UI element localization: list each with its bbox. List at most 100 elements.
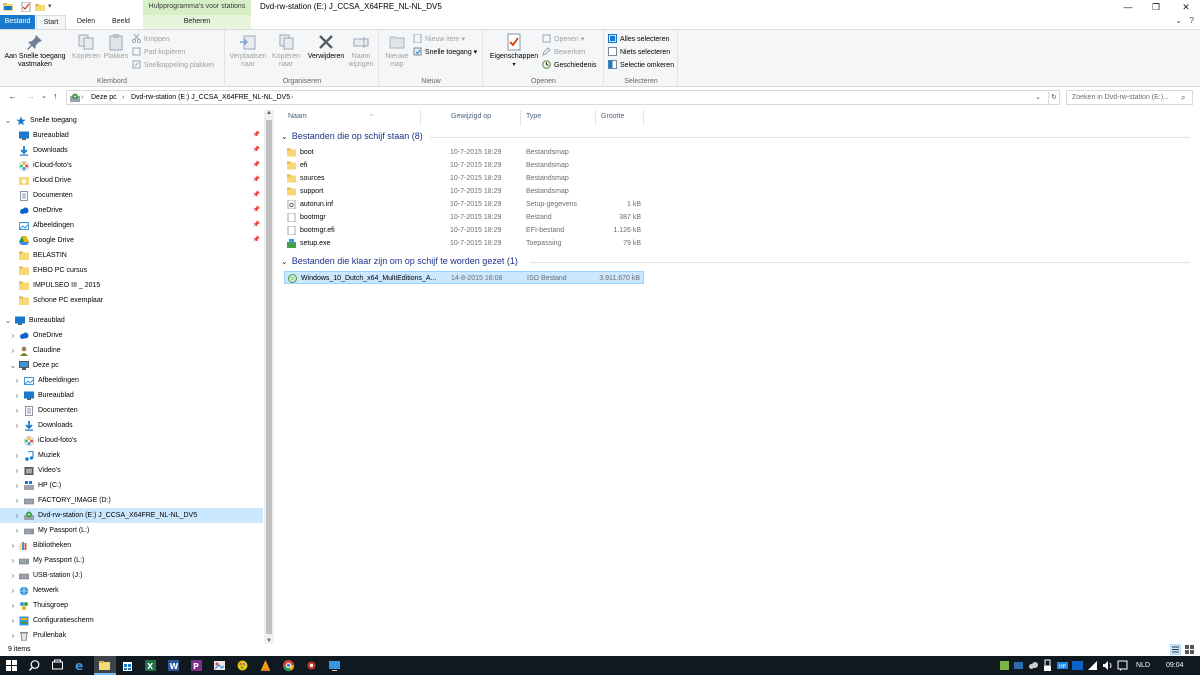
nav-quick-google-drive[interactable]: Google Drive 📌 [0, 233, 263, 248]
nav-quick-downloads[interactable]: Downloads 📌 [0, 143, 263, 158]
edit-button[interactable]: Bewerken [542, 47, 585, 59]
nav-quick-onedrive[interactable]: OneDrive 📌 [0, 203, 263, 218]
group-header[interactable]: ⌄ Bestanden die op schijf staan (8) [281, 130, 423, 143]
edge-browser-icon[interactable]: e [74, 659, 87, 672]
select-all-button[interactable]: Alles selecteren [608, 34, 669, 46]
close-button[interactable]: ✕ [1172, 0, 1200, 15]
search-input[interactable]: Zoeken in Dvd-rw-station (E:)... [1066, 90, 1193, 105]
search-icon[interactable]: ⌕ [1181, 93, 1185, 103]
expand-chevron-icon[interactable]: › [9, 538, 17, 553]
file-row[interactable]: bootmgr.efi 10-7-2015 18:29 EFI-bestand 1.1… [284, 224, 644, 237]
photos-icon[interactable] [213, 659, 226, 672]
collapse-chevron-icon[interactable]: ⌄ [4, 313, 12, 328]
file-row[interactable]: autorun.inf 10-7-2015 18:29 Setup-gegevens… [284, 198, 644, 211]
expand-chevron-icon[interactable]: › [9, 628, 17, 643]
nav-quick-bureaublad[interactable]: Bureaublad 📌 [0, 128, 263, 143]
minimize-button[interactable]: — [1114, 0, 1142, 15]
recent-locations-button[interactable]: ⌄ [41, 92, 47, 100]
network-icon[interactable] [1086, 659, 1099, 672]
quick-access-dropdown-icon[interactable]: ▾ [48, 2, 58, 12]
search-taskbar-icon[interactable] [28, 659, 41, 672]
nav-quick-icloud-foto-s[interactable]: iCloud-foto's 📌 [0, 158, 263, 173]
easy-access-button[interactable]: Snelle toegang ▾ [413, 47, 477, 59]
file-row[interactable]: bootmgr 10-7-2015 18:29 Bestand 387 kB [284, 211, 644, 224]
maximize-button[interactable]: ❐ [1142, 0, 1170, 15]
column-header-size[interactable]: Grootte [596, 110, 644, 126]
nav-pc-muziek[interactable]: › Muziek [0, 448, 263, 463]
nav-pc-hp-c[interactable]: › HP (C:) [0, 478, 263, 493]
nav-this-pc[interactable]: ⌄ Deze pc [0, 358, 263, 373]
properties-quick-icon[interactable] [21, 2, 31, 12]
collapse-group-icon[interactable]: ⌄ [281, 132, 288, 141]
tab-file[interactable]: Bestand [0, 15, 35, 29]
back-button[interactable]: ← [8, 91, 17, 101]
nav-pc-video-s[interactable]: › Video's [0, 463, 263, 478]
nav-onedrive[interactable]: › OneDrive [0, 328, 263, 343]
tab-share[interactable]: Delen [70, 15, 102, 29]
open-button[interactable]: Openen ▾ [542, 34, 584, 46]
rename-button[interactable]: Naam wijzigen [346, 33, 376, 69]
expand-chevron-icon[interactable]: › [13, 493, 21, 508]
copy-to-button[interactable]: Kopiëren naar [268, 33, 304, 69]
nav-desktop[interactable]: ⌄ Bureaublad [0, 313, 263, 328]
file-explorer-taskbar-button[interactable] [94, 656, 116, 675]
nav-pc-factory-image-d[interactable]: › FACTORY_IMAGE (D:) [0, 493, 263, 508]
paste-button[interactable]: Plakken [102, 33, 130, 61]
properties-dropdown-icon[interactable]: ▾ [486, 61, 542, 69]
scroll-up-icon[interactable]: ▲ [264, 110, 274, 116]
vlc-icon[interactable] [259, 659, 272, 672]
chrome-icon[interactable] [282, 659, 295, 672]
nav-quick-access[interactable]: ⌄ Snelle toegang [0, 113, 263, 128]
group-header[interactable]: ⌄ Bestanden die klaar zijn om op schijf t… [281, 255, 518, 268]
expand-chevron-icon[interactable]: › [13, 373, 21, 388]
pin-quick-access-button[interactable]: Aan Snelle toegang vastmaken [2, 33, 68, 69]
notifications-icon[interactable] [1116, 659, 1129, 672]
nav-netwerk[interactable]: › Netwerk [0, 583, 263, 598]
nav-configuratiescherm[interactable]: › Configuratiescherm [0, 613, 263, 628]
nav-bibliotheken[interactable]: › Bibliotheken [0, 538, 263, 553]
nav-thuisgroep[interactable]: › Thuisgroep [0, 598, 263, 613]
navigation-scrollbar[interactable]: ▲ ▼ [264, 110, 274, 644]
nav-pc-documenten[interactable]: › Documenten [0, 403, 263, 418]
clock[interactable]: 09:04 [1166, 660, 1184, 671]
nav-pc-afbeeldingen[interactable]: › Afbeeldingen [0, 373, 263, 388]
file-row[interactable]: Windows_10_Dutch_x64_MultiEditions_A... 1… [284, 271, 644, 284]
file-row[interactable]: efi 10-7-2015 18:29 Bestandsmap [284, 159, 644, 172]
nav-pc-downloads[interactable]: › Downloads [0, 418, 263, 433]
copy-button[interactable]: Kopiëren [70, 33, 102, 61]
column-header-type[interactable]: Type [521, 110, 596, 126]
properties-button[interactable]: Eigenschappen ▾ [486, 33, 542, 69]
record-app-icon[interactable] [305, 659, 318, 672]
usb-icon[interactable] [1041, 659, 1054, 672]
task-view-icon[interactable] [51, 659, 64, 672]
excel-icon[interactable]: X [144, 659, 157, 672]
tab-manage[interactable]: Beheren [143, 15, 251, 29]
nav-pc-bureaublad[interactable]: › Bureaublad [0, 388, 263, 403]
tab-view[interactable]: Beeld [105, 15, 137, 29]
column-header-modified[interactable]: Gewijzigd op [446, 110, 521, 126]
new-folder-quick-icon[interactable] [35, 2, 45, 12]
file-row[interactable]: support 10-7-2015 18:29 Bestandsmap [284, 185, 644, 198]
move-to-button[interactable]: Verplaatsen naar [228, 33, 268, 69]
volume-icon[interactable] [1101, 659, 1114, 672]
expand-chevron-icon[interactable]: › [13, 388, 21, 403]
expand-chevron-icon[interactable]: › [9, 343, 17, 358]
tab-start[interactable]: Start [36, 15, 66, 29]
help-icon[interactable]: ? [1190, 16, 1194, 25]
cloud-icon[interactable] [1027, 659, 1040, 672]
large-icons-view-icon[interactable] [1184, 644, 1195, 655]
file-row[interactable]: sources 10-7-2015 18:29 Bestandsmap [284, 172, 644, 185]
nav-claudine[interactable]: › Claudine [0, 343, 263, 358]
expand-chevron-icon[interactable]: › [13, 478, 21, 493]
language-indicator[interactable]: NLD [1136, 660, 1150, 671]
collapse-chevron-icon[interactable]: ⌄ [4, 113, 12, 128]
expand-chevron-icon[interactable]: › [9, 598, 17, 613]
remote-desktop-icon[interactable] [328, 659, 341, 672]
nav-quick-impulseo-iii-2015[interactable]: IMPULSEO III _ 2015 [0, 278, 263, 293]
expand-chevron-icon[interactable]: › [9, 583, 17, 598]
nav-pc-my-passport-l[interactable]: › My Passport (L:) [0, 523, 263, 538]
expand-chevron-icon[interactable]: › [13, 508, 21, 523]
expand-chevron-icon[interactable]: › [9, 328, 17, 343]
scrollbar-thumb[interactable] [266, 120, 272, 634]
expand-chevron-icon[interactable]: › [13, 523, 21, 538]
